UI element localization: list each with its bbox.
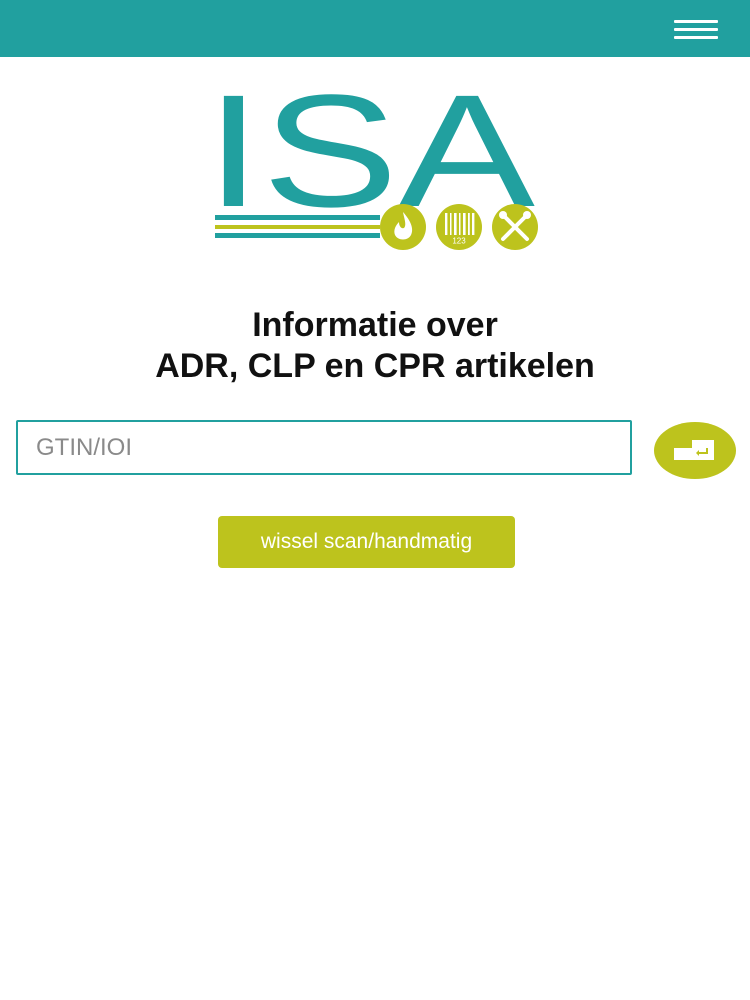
gtin-search-input[interactable]	[16, 420, 632, 475]
toggle-scan-manual-button[interactable]: wissel scan/handmatig	[218, 516, 515, 568]
tools-icon	[492, 204, 538, 250]
hamburger-menu-icon[interactable]	[668, 14, 724, 44]
submit-button[interactable]	[654, 422, 736, 479]
enter-key-icon	[674, 440, 714, 460]
barcode-number: 123	[452, 237, 466, 246]
top-bar	[0, 0, 750, 57]
isa-logo: ISA 123	[205, 82, 538, 250]
headline-line-2: ADR, CLP en CPR artikelen	[155, 347, 595, 385]
page-headline: Informatie over ADR, CLP en CPR artikele…	[0, 305, 750, 387]
flame-icon	[380, 204, 426, 250]
headline-line-1: Informatie over	[252, 306, 498, 344]
barcode-icon: 123	[436, 204, 482, 250]
